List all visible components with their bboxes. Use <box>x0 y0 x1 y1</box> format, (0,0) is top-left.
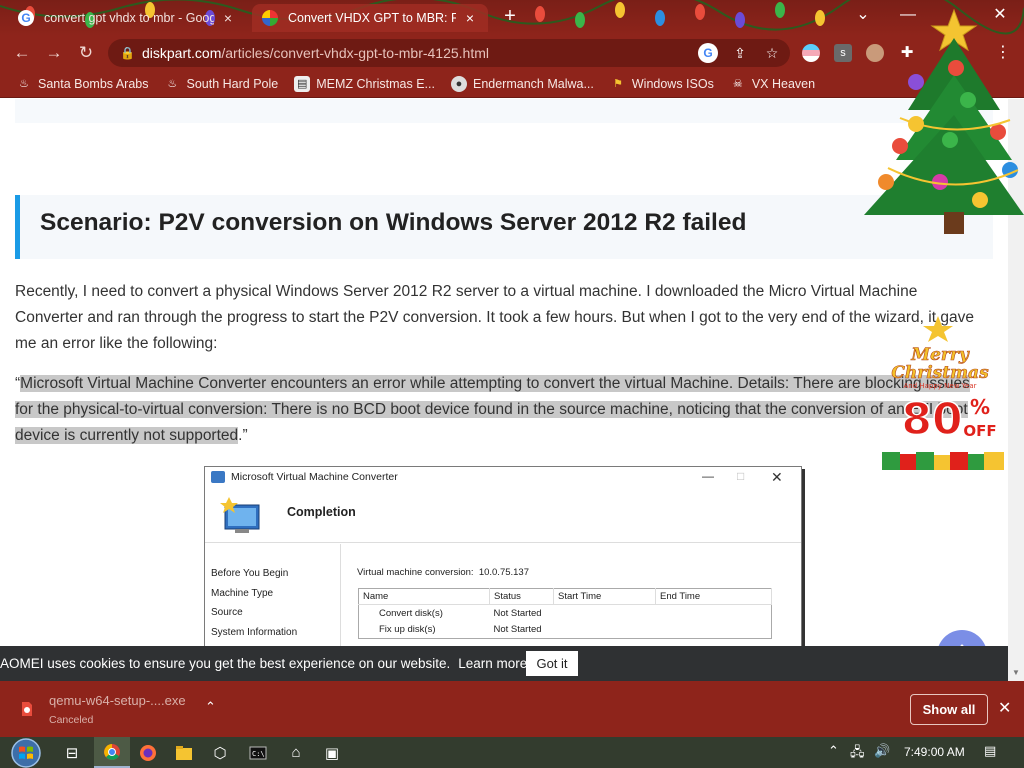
column-header: Start Time <box>553 588 656 605</box>
forward-button[interactable]: → <box>42 41 66 65</box>
skull-icon: ☠ <box>732 78 743 90</box>
wizard-step: System Information <box>211 626 298 638</box>
column-header: Status <box>489 588 554 605</box>
promo-line-christmas: Christmas <box>891 363 989 383</box>
got-it-button[interactable]: Got it <box>526 651 578 676</box>
extension-s-icon[interactable]: s <box>834 44 852 62</box>
tab-diskpart-article[interactable]: Convert VHDX GPT to MBR: Fix P × <box>252 4 488 32</box>
address-bar[interactable]: 🔒 diskpart.com/articles/convert-vhdx-gpt… <box>108 39 790 67</box>
column-header: End Time <box>655 588 772 605</box>
taskbar: ⊟ ⬡ C:\ ⌂ ▣ ⌃ 🖧 🔊 7:49:00 AM ▤ <box>0 737 1024 768</box>
app-window-icon[interactable]: ▣ <box>314 737 350 768</box>
wizard-step: Source <box>211 607 243 618</box>
virtualbox-icon[interactable]: ⬡ <box>202 737 238 768</box>
star-icon[interactable]: ☆ <box>762 43 782 63</box>
show-all-button[interactable]: Show all <box>910 694 988 725</box>
page-icon: ▤ <box>294 75 311 92</box>
lock-icon[interactable]: 🔒 <box>120 46 136 60</box>
close-icon: ✕ <box>771 469 783 485</box>
chrome-taskbar-icon[interactable] <box>94 737 130 768</box>
back-button[interactable]: ← <box>10 41 34 65</box>
bookmark-item[interactable]: ☠ VX Heaven <box>730 76 815 92</box>
file-explorer-icon[interactable] <box>166 737 202 768</box>
bomb-icon: ♨ <box>167 78 178 90</box>
bookmark-item[interactable]: ● Endermanch Malwa... <box>450 75 594 92</box>
google-lens-icon[interactable]: G <box>698 43 718 63</box>
bookmark-item[interactable]: ⚑ Windows ISOs <box>610 76 714 92</box>
chevron-up-icon[interactable]: ⌃ <box>205 699 216 715</box>
windows-start-icon[interactable] <box>10 738 42 768</box>
store-icon[interactable]: ⌂ <box>278 737 314 768</box>
download-shelf: qemu-w64-setup-....exe Canceled ⌃ Show a… <box>0 681 1024 737</box>
promo-line-merry: Merry <box>910 345 970 365</box>
app-icon <box>211 471 225 483</box>
tab-close-icon[interactable]: × <box>462 10 478 26</box>
content-box-edge <box>15 99 993 123</box>
table-row: Convert disk(s) Not Started <box>379 607 542 619</box>
share-icon[interactable]: ⇪ <box>730 43 750 63</box>
error-quote: “Microsoft Virtual Machine Converter enc… <box>15 375 970 444</box>
scenario-heading-box: Scenario: P2V conversion on Windows Serv… <box>15 195 993 259</box>
clock[interactable]: 7:49:00 AM <box>904 745 965 759</box>
windows-icon: ⚑ <box>612 78 623 90</box>
page-title: Scenario: P2V conversion on Windows Serv… <box>40 209 747 236</box>
tab-title: convert gpt vhdx to mbr - Google <box>44 11 214 25</box>
google-favicon-icon: G <box>18 10 34 26</box>
new-tab-button[interactable]: + <box>500 6 520 26</box>
tray-chevron-up-icon[interactable]: ⌃ <box>828 743 839 759</box>
learn-more-link[interactable]: Learn more <box>458 656 527 671</box>
bookmark-item[interactable]: ♨ South Hard Pole <box>164 76 279 92</box>
svg-text:C:\: C:\ <box>252 750 265 758</box>
mvmc-dialog-screenshot: Microsoft Virtual Machine Converter — □ … <box>204 466 802 646</box>
download-status: Canceled <box>49 714 94 726</box>
scroll-to-top-button[interactable] <box>937 630 987 646</box>
column-header: Name <box>358 588 490 605</box>
download-filename[interactable]: qemu-w64-setup-....exe <box>49 693 186 708</box>
dialog-banner: Completion <box>205 487 801 543</box>
wizard-step: Before You Begin <box>211 568 289 579</box>
promo-graphic: Merry Christmas And Happy New Year 80 % … <box>882 316 1004 470</box>
raccoon-icon: ● <box>450 75 467 92</box>
computer-icon <box>220 497 260 533</box>
minimize-icon: — <box>702 469 714 483</box>
table-row: Fix up disk(s) Not Started <box>379 624 542 636</box>
network-icon[interactable]: 🖧 <box>850 743 865 765</box>
file-icon <box>22 702 32 716</box>
url-path: /articles/convert-vhdx-gpt-to-mbr-4125.h… <box>221 45 490 61</box>
article-paragraph: Recently, I need to convert a physical W… <box>15 283 974 352</box>
tab-google-search[interactable]: G convert gpt vhdx to mbr - Google × <box>8 4 246 32</box>
notifications-icon[interactable]: ▤ <box>984 743 996 759</box>
highlighted-selection: Microsoft Virtual Machine Converter enco… <box>15 375 970 444</box>
conversion-task-table: Name Status Start Time End Time Convert … <box>358 588 772 639</box>
vm-conversion-line: Virtual machine conversion: 10.0.75.137 <box>357 567 529 578</box>
maximize-icon: □ <box>737 469 745 483</box>
bomb-icon: ♨ <box>19 78 29 90</box>
promo-line-newyear: And Happy New Year <box>903 382 976 390</box>
dialog-page-title: Completion <box>287 505 356 519</box>
url-host: diskpart.com <box>142 45 222 61</box>
volume-icon[interactable]: 🔊 <box>874 743 890 759</box>
scroll-down-arrow-icon[interactable]: ▼ <box>1012 668 1020 677</box>
close-shelf-button[interactable]: ✕ <box>998 698 1011 718</box>
terminal-icon[interactable]: C:\ <box>240 737 276 768</box>
christmas-promo-badge[interactable]: Merry Christmas And Happy New Year 80 % … <box>880 314 1008 474</box>
bookmark-item[interactable]: ▤ MEMZ Christmas E... <box>294 75 435 92</box>
firefox-taskbar-icon[interactable] <box>130 737 166 768</box>
bookmark-item[interactable]: ♨ Santa Bombs Arabs <box>16 76 148 92</box>
reload-button[interactable]: ↻ <box>74 41 98 65</box>
promo-discount: 80 <box>901 394 962 445</box>
web-page: Scenario: P2V conversion on Windows Serv… <box>0 99 1008 646</box>
wizard-step: Machine Type <box>211 587 274 599</box>
extension-flag-icon[interactable] <box>802 44 820 62</box>
cookie-message: AOMEI uses cookies to ensure you get the… <box>0 656 451 671</box>
wizard-steps: Before You Begin Machine Type Source Sys… <box>205 544 341 646</box>
aomei-favicon-icon <box>262 10 278 26</box>
promo-percent: % <box>970 395 990 419</box>
tab-close-icon[interactable]: × <box>220 10 236 26</box>
promo-off: OFF <box>963 422 996 440</box>
task-view-icon[interactable]: ⊟ <box>54 737 90 768</box>
cookie-consent-bar: AOMEI uses cookies to ensure you get the… <box>0 646 1008 681</box>
tab-title: Convert VHDX GPT to MBR: Fix P <box>288 11 456 25</box>
christmas-tree-decoration <box>864 8 1024 234</box>
